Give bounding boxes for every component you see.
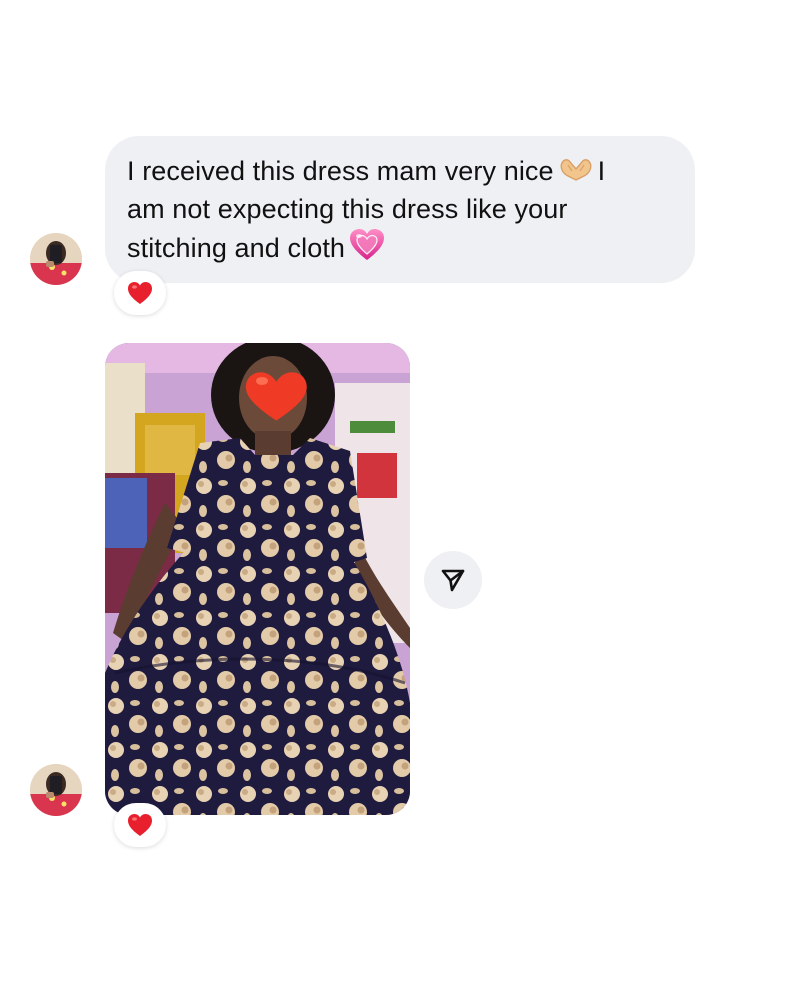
sender-avatar[interactable]	[30, 764, 82, 816]
heart-hands-emoji-icon	[558, 154, 594, 191]
red-heart-icon	[128, 282, 152, 304]
message-line-3: stitching and cloth	[127, 228, 675, 272]
incoming-message-bubble[interactable]: I received this dress mam very nice I am…	[105, 136, 695, 283]
dress-photo-image	[105, 343, 410, 815]
pink-heart-emoji-icon	[349, 228, 385, 272]
reaction-heart-badge[interactable]	[114, 271, 166, 315]
message-text-line-2: am not expecting this dress like your	[127, 194, 568, 225]
reaction-heart-badge[interactable]	[114, 803, 166, 847]
red-heart-icon	[128, 814, 152, 836]
message-text-line-3: stitching and cloth	[127, 233, 346, 264]
message-text-line-1: I received this dress mam very nice	[127, 156, 554, 186]
share-button[interactable]	[424, 551, 482, 609]
sender-avatar[interactable]	[30, 233, 82, 285]
message-text-line-1-tail: I	[597, 156, 606, 186]
send-paper-plane-icon	[441, 569, 465, 592]
message-line-1: I received this dress mam very nice I	[127, 153, 675, 191]
photo-message[interactable]	[105, 343, 410, 815]
